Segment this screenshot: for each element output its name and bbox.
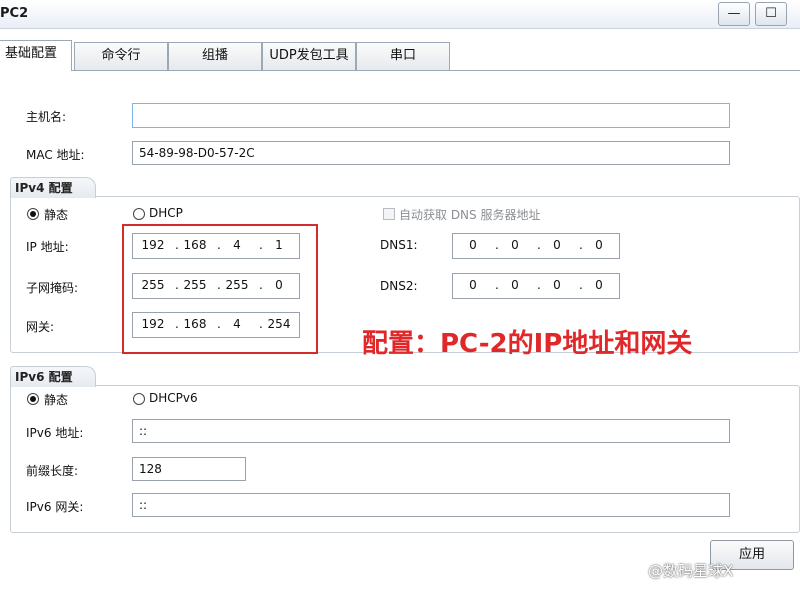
dns1-octet-4[interactable]: 0: [581, 238, 617, 252]
tab-udp-tool[interactable]: UDP发包工具: [262, 42, 356, 70]
dns1-octet-1[interactable]: 0: [455, 238, 491, 252]
dns2-octet-3[interactable]: 0: [539, 278, 575, 292]
ipv6-group-title: IPv6 配置: [10, 366, 96, 387]
mac-address-field: 54-89-98-D0-57-2C: [132, 141, 730, 165]
ipv6-dhcpv6-radio[interactable]: [133, 393, 145, 405]
dns2-input[interactable]: 0 . 0 . 0 . 0: [452, 273, 620, 299]
ipv6-static-radio[interactable]: [27, 393, 39, 405]
tab-basic-config[interactable]: 基础配置: [0, 40, 72, 71]
tab-strip: 基础配置 命令行 组播 UDP发包工具 串口: [0, 40, 800, 71]
dns1-octet-3[interactable]: 0: [539, 238, 575, 252]
dns2-octet-2[interactable]: 0: [497, 278, 533, 292]
maximize-icon: ☐: [765, 6, 777, 21]
tab-serial[interactable]: 串口: [356, 42, 450, 70]
dns2-octet-1[interactable]: 0: [455, 278, 491, 292]
dns1-label: DNS1:: [380, 238, 418, 252]
auto-dns-checkbox[interactable]: [383, 208, 395, 220]
ip-address-label: IP 地址:: [26, 240, 69, 254]
ipv4-dhcp-label: DHCP: [149, 206, 183, 220]
ipv6-address-label: IPv6 地址:: [26, 426, 84, 440]
dns2-label: DNS2:: [380, 279, 418, 293]
hostname-label: 主机名:: [26, 110, 67, 124]
mac-label: MAC 地址:: [26, 148, 85, 162]
tab-multicast[interactable]: 组播: [168, 42, 262, 70]
annotation-text: 配置：PC-2的IP地址和网关: [362, 329, 693, 359]
title-bar: PC2 — ☐: [0, 0, 800, 29]
ipv6-address-input[interactable]: ::: [132, 419, 730, 443]
ipv6-dhcpv6-label: DHCPv6: [149, 391, 198, 405]
hostname-input[interactable]: [132, 103, 730, 128]
dns2-octet-4[interactable]: 0: [581, 278, 617, 292]
minimize-icon: —: [727, 6, 741, 21]
tab-command-line[interactable]: 命令行: [74, 42, 168, 70]
maximize-button[interactable]: ☐: [755, 2, 787, 26]
dns1-input[interactable]: 0 . 0 . 0 . 0: [452, 233, 620, 259]
subnet-mask-label: 子网掩码:: [26, 281, 79, 295]
auto-dns-label: 自动获取 DNS 服务器地址: [399, 208, 541, 222]
prefix-length-label: 前缀长度:: [26, 464, 79, 478]
gateway-label: 网关:: [26, 320, 55, 334]
prefix-length-input[interactable]: 128: [132, 457, 246, 481]
watermark: @数码星球X: [648, 562, 734, 580]
ipv4-group-title: IPv4 配置: [10, 177, 96, 198]
ipv6-gateway-label: IPv6 网关:: [26, 500, 84, 514]
ipv4-static-radio[interactable]: [27, 208, 39, 220]
ipv4-static-label: 静态: [44, 208, 69, 222]
ipv6-static-label: 静态: [44, 393, 69, 407]
ipv4-dhcp-radio[interactable]: [133, 208, 145, 220]
ipv6-gateway-input[interactable]: ::: [132, 493, 730, 517]
highlight-box: [122, 224, 318, 354]
dns1-octet-2[interactable]: 0: [497, 238, 533, 252]
window-title: PC2: [0, 6, 29, 21]
minimize-button[interactable]: —: [718, 2, 750, 26]
